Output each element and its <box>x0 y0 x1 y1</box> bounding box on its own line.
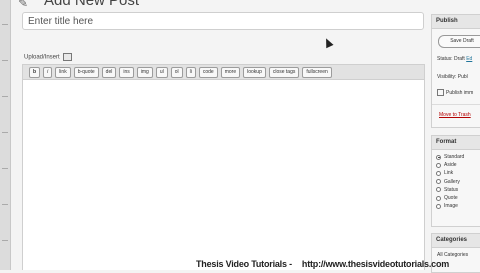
more-button[interactable]: more <box>220 66 241 78</box>
radio-icon[interactable] <box>436 170 441 176</box>
radio-icon[interactable] <box>436 187 441 193</box>
watermark-title: Thesis Video Tutorials - <box>196 259 292 269</box>
video-watermark: Thesis Video Tutorials - http://www.thesi… <box>196 259 459 269</box>
radio-icon[interactable] <box>436 179 441 185</box>
blockquote-button[interactable]: b-quote <box>73 66 99 78</box>
radio-selected-icon[interactable] <box>436 154 441 160</box>
categories-heading: Categories <box>432 234 480 248</box>
close-tags-button[interactable]: close tags <box>268 66 300 78</box>
upload-insert-label: Upload/Insert <box>24 54 60 61</box>
publish-heading: Publish <box>432 15 480 29</box>
li-button[interactable]: li <box>185 66 196 78</box>
format-heading: Format <box>432 136 480 150</box>
status-row: Status: Draft Ed <box>437 56 472 62</box>
quicktags-toolbar: b i link b-quote del ins img ul ol li co… <box>23 65 424 80</box>
code-button[interactable]: code <box>198 66 218 78</box>
visibility-text: Visibility: Publ <box>437 74 468 80</box>
post-content-textarea[interactable] <box>23 80 424 270</box>
format-option-quote[interactable]: Quote <box>436 194 464 202</box>
radio-icon[interactable] <box>436 195 441 201</box>
calendar-icon <box>437 89 444 96</box>
status-text: Status: Draft <box>437 56 465 62</box>
ul-button[interactable]: ul <box>155 66 168 78</box>
format-option-gallery[interactable]: Gallery <box>436 178 464 186</box>
ol-button[interactable]: ol <box>170 66 183 78</box>
fullscreen-button[interactable]: fullscreen <box>302 66 332 78</box>
ins-button[interactable]: ins <box>119 66 134 78</box>
pin-icon: ✎ <box>18 0 29 10</box>
publish-time-row: Publish imm <box>437 89 473 96</box>
format-option-link[interactable]: Link <box>436 169 464 177</box>
format-box: Format Standard Aside Link Gallery Statu… <box>431 135 480 227</box>
all-categories-tab[interactable]: All Categories <box>437 252 468 258</box>
watermark-url: http://www.thesisvideotutorials.com <box>301 259 450 269</box>
link-button[interactable]: link <box>55 66 71 78</box>
page-title: Add New Post <box>44 0 140 9</box>
bold-button[interactable]: b <box>29 66 41 78</box>
radio-icon[interactable] <box>436 203 441 209</box>
admin-menu-strip <box>0 0 11 270</box>
format-options: Standard Aside Link Gallery Status Quote… <box>436 153 464 210</box>
move-to-trash-link[interactable]: Move to Trash <box>439 112 471 118</box>
italic-button[interactable]: i <box>43 66 53 78</box>
save-draft-button[interactable]: Save Draft <box>438 35 480 48</box>
upload-insert[interactable]: Upload/Insert <box>24 53 72 61</box>
add-media-icon[interactable] <box>62 53 72 61</box>
del-button[interactable]: del <box>101 66 117 78</box>
mouse-pointer-icon <box>322 36 334 49</box>
format-option-standard[interactable]: Standard <box>436 153 464 161</box>
lookup-button[interactable]: lookup <box>243 66 266 78</box>
format-option-aside[interactable]: Aside <box>436 161 464 169</box>
img-button[interactable]: img <box>136 66 153 78</box>
page-header: ✎ Add New Post <box>10 0 430 12</box>
post-editor[interactable]: b i link b-quote del ins img ul ol li co… <box>22 64 425 270</box>
publish-box: Publish Save Draft Status: Draft Ed Visi… <box>431 14 480 128</box>
format-option-image[interactable]: Image <box>436 202 464 210</box>
status-edit-link[interactable]: Ed <box>466 56 472 62</box>
publish-time-text: Publish imm <box>446 89 474 96</box>
post-title-input[interactable] <box>22 12 424 30</box>
format-option-status[interactable]: Status <box>436 186 464 194</box>
radio-icon[interactable] <box>436 162 441 168</box>
